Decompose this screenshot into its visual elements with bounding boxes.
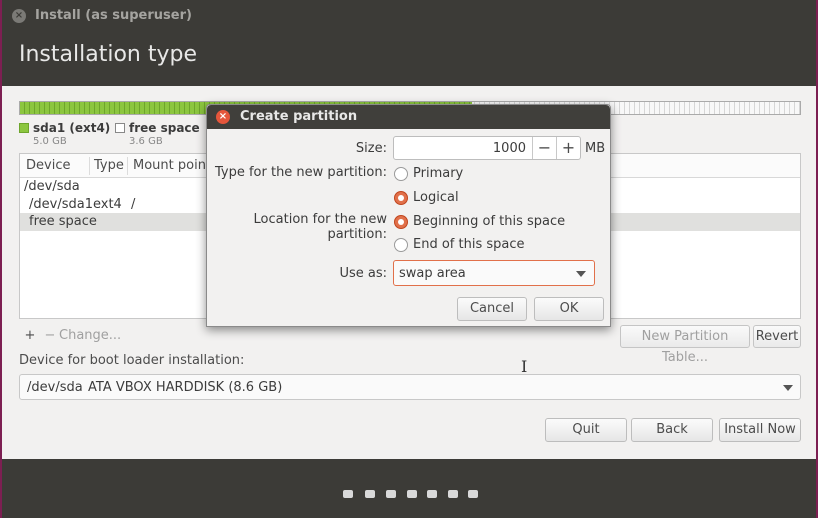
decrease-size-button[interactable]: − [532, 137, 556, 159]
chevron-down-icon [783, 385, 793, 391]
change-partition-button[interactable]: Change... [59, 325, 121, 348]
legend-free-size: 3.6 GB [129, 136, 163, 147]
location-label: Location for the new partition: [253, 212, 387, 242]
size-input[interactable]: 1000 [394, 141, 526, 156]
cancel-button[interactable]: Cancel [457, 297, 527, 321]
boot-loader-select[interactable]: /dev/sda ATA VBOX HARDDISK (8.6 GB) [19, 374, 801, 400]
boot-loader-label: Device for boot loader installation: [19, 353, 245, 368]
radio-logical-label[interactable]: Logical [413, 190, 459, 205]
progress-dot [407, 490, 417, 498]
row-device: free space [29, 214, 97, 229]
row-device: /dev/sda [24, 179, 80, 194]
use-as-select[interactable]: swap area [393, 260, 595, 286]
radio-primary[interactable] [394, 167, 408, 181]
use-as-label: Use as: [339, 266, 387, 281]
legend-sda1-size: 5.0 GB [33, 136, 67, 147]
legend-sda1-swatch-icon [19, 123, 29, 133]
row-type: ext4 [93, 197, 122, 212]
size-stepper[interactable]: 1000 − + [393, 136, 581, 160]
page-header: Installation type [2, 32, 816, 86]
radio-beginning-label[interactable]: Beginning of this space [413, 214, 565, 229]
window-close-icon[interactable]: × [12, 9, 26, 23]
progress-dot [468, 490, 478, 498]
use-as-value: swap area [399, 266, 466, 281]
size-label: Size: [355, 141, 387, 156]
column-separator [127, 157, 128, 175]
size-unit: MB [585, 141, 606, 156]
radio-end[interactable] [394, 238, 408, 252]
create-partition-dialog: × Create partition Size: 1000 − + MB Typ… [206, 104, 611, 327]
page-title: Installation type [19, 42, 197, 67]
revert-button[interactable]: Revert [753, 325, 801, 348]
progress-dot [365, 490, 375, 498]
back-button[interactable]: Back [631, 418, 713, 442]
radio-end-label[interactable]: End of this space [413, 237, 525, 252]
legend-free-swatch-icon [115, 123, 125, 133]
add-partition-button[interactable]: + [19, 325, 41, 348]
legend-free-space: free space [115, 121, 200, 135]
increase-size-button[interactable]: + [556, 137, 580, 159]
boot-device: /dev/sda [27, 380, 83, 395]
progress-dot [427, 490, 437, 498]
dialog-title: Create partition [240, 109, 358, 124]
text-cursor-icon: I [521, 357, 528, 376]
radio-beginning[interactable] [394, 215, 408, 229]
legend-free-label: free space [129, 121, 200, 135]
remove-partition-button[interactable]: − [40, 325, 60, 348]
column-device[interactable]: Device [26, 158, 70, 173]
chevron-down-icon [576, 271, 586, 277]
title-bar: × Install (as superuser) [2, 0, 816, 32]
dialog-close-icon[interactable]: × [216, 110, 230, 124]
boot-device-description: ATA VBOX HARDDISK (8.6 GB) [88, 380, 283, 395]
column-type[interactable]: Type [94, 158, 124, 173]
quit-button[interactable]: Quit [545, 418, 627, 442]
radio-primary-label[interactable]: Primary [413, 166, 463, 181]
progress-dot [448, 490, 458, 498]
column-separator [89, 157, 90, 175]
legend-sda1: sda1 (ext4) [19, 121, 110, 135]
type-label: Type for the new partition: [214, 165, 387, 180]
window-title: Install (as superuser) [35, 8, 192, 23]
footer-bar [2, 459, 816, 518]
column-mount-point[interactable]: Mount point [133, 158, 211, 173]
radio-logical[interactable] [394, 191, 408, 205]
dialog-title-bar: × Create partition [207, 105, 610, 129]
progress-dot [386, 490, 396, 498]
row-device: /dev/sda1 [29, 197, 93, 212]
new-partition-table-button[interactable]: New Partition Table... [620, 325, 750, 365]
progress-dot [343, 490, 353, 498]
legend-sda1-label: sda1 (ext4) [33, 121, 111, 135]
install-now-button[interactable]: Install Now [719, 418, 801, 442]
ok-button[interactable]: OK [534, 297, 604, 321]
row-mount: / [131, 197, 136, 212]
